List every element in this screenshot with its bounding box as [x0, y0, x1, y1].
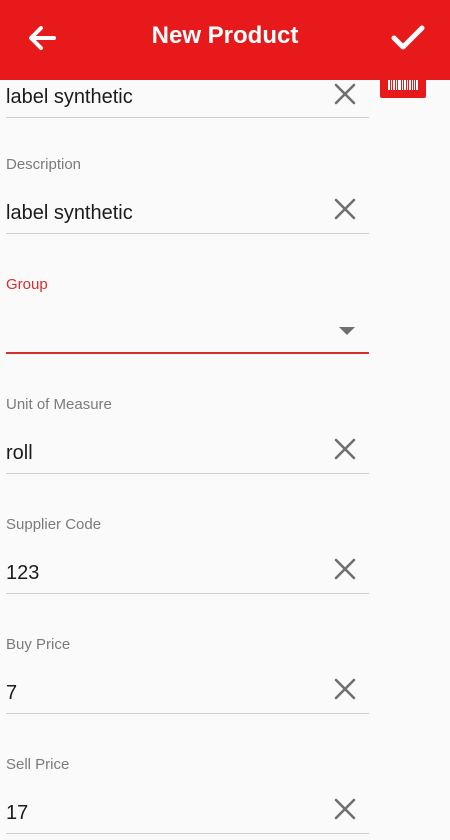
group-underline [6, 352, 369, 354]
unit-of-measure-clear-button[interactable] [331, 437, 359, 465]
supplier-code-underline [6, 593, 369, 594]
group-field[interactable]: Group [6, 274, 369, 356]
close-icon [334, 798, 356, 825]
sell-price-field[interactable]: Sell Price 17 [6, 754, 369, 834]
group-label: Group [6, 276, 48, 293]
unit-of-measure-field[interactable]: Unit of Measure roll [6, 394, 369, 474]
description-label: Description [6, 156, 82, 173]
app-bar: New Product [0, 0, 450, 80]
close-icon [334, 198, 356, 225]
close-icon [334, 83, 356, 110]
sell-price-clear-button[interactable] [331, 797, 359, 825]
description-input[interactable]: label synthetic [6, 202, 133, 225]
supplier-code-label: Supplier Code [6, 516, 102, 533]
buy-price-field[interactable]: Buy Price 7 [6, 634, 369, 714]
buy-price-label: Buy Price [6, 636, 71, 653]
unit-of-measure-label: Unit of Measure [6, 396, 112, 413]
dropdown-arrow-icon[interactable] [339, 327, 355, 335]
supplier-code-input[interactable]: 123 [6, 562, 39, 585]
name-field[interactable]: label synthetic [6, 80, 369, 120]
description-clear-button[interactable] [331, 197, 359, 225]
close-icon [334, 438, 356, 465]
unit-of-measure-underline [6, 473, 369, 474]
buy-price-clear-button[interactable] [331, 677, 359, 705]
description-underline [6, 233, 369, 234]
check-icon [391, 24, 425, 57]
screen: New Product label synthetic Description … [0, 0, 450, 840]
close-icon [334, 678, 356, 705]
save-button[interactable] [384, 18, 432, 62]
supplier-code-clear-button[interactable] [331, 557, 359, 585]
close-icon [334, 558, 356, 585]
page-title: New Product [151, 22, 299, 49]
buy-price-underline [6, 713, 369, 714]
sell-price-label: Sell Price [6, 756, 70, 773]
sell-price-input[interactable]: 17 [6, 802, 28, 825]
buy-price-input[interactable]: 7 [6, 682, 17, 705]
name-underline [6, 117, 369, 118]
unit-of-measure-input[interactable]: roll [6, 442, 33, 465]
sell-price-underline [6, 833, 369, 834]
description-field[interactable]: Description label synthetic [6, 154, 369, 234]
name-input[interactable]: label synthetic [6, 86, 133, 109]
supplier-code-field[interactable]: Supplier Code 123 [6, 514, 369, 594]
name-clear-button[interactable] [331, 82, 359, 110]
